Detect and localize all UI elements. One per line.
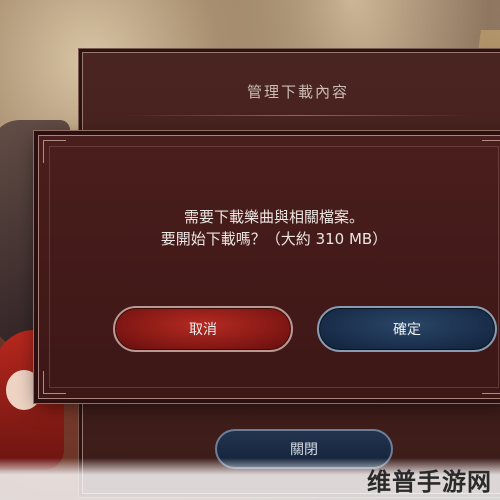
confirm-button[interactable]: 確定 (317, 306, 497, 352)
cancel-button[interactable]: 取消 (113, 306, 293, 352)
dialog-message-line-1: 需要下載樂曲與相關檔案。 (183, 208, 364, 226)
watermark-logo: 维普手游网 (367, 468, 492, 496)
frame-corner-ornament (482, 140, 500, 163)
panel-title: 管理下載內容 (246, 83, 349, 101)
dialog-message: 需要下載樂曲與相關檔案。 要開始下載嗎？（大約 310 MB） (39, 206, 500, 250)
download-confirm-dialog: 需要下載樂曲與相關檔案。 要開始下載嗎？（大約 310 MB） 取消 確定 (38, 135, 500, 399)
frame-corner-ornament (43, 371, 66, 394)
background-character-face (6, 370, 42, 410)
frame-corner-ornament (43, 140, 66, 163)
frame-corner-ornament (482, 371, 500, 394)
title-divider (123, 115, 473, 116)
dialog-message-line-2: 要開始下載嗎？（大約 310 MB） (160, 230, 388, 248)
